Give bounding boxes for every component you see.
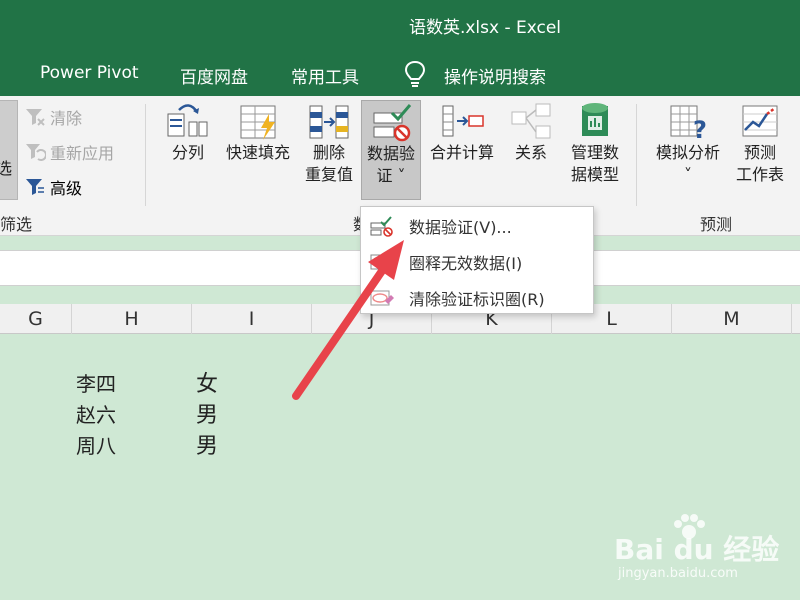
reapply-icon (26, 144, 46, 161)
column-header-h[interactable]: H (72, 304, 192, 334)
cell-gender[interactable]: 女 (196, 366, 218, 398)
column-header-i[interactable]: I (192, 304, 312, 334)
data-validation-icon (373, 104, 412, 142)
tell-me-search[interactable]: 操作说明搜索 (444, 63, 546, 88)
data-validation-button[interactable]: 数据验 证 ˅ (361, 100, 421, 200)
circle-invalid-data-icon (370, 254, 394, 270)
baidu-jingyan-watermark: Bai du 经验 jingyan.baidu.com (612, 514, 792, 596)
cell-name[interactable]: 周八 (76, 430, 116, 459)
consolidate-icon (442, 105, 484, 137)
data-model-icon (582, 103, 608, 136)
menu-item-data-validation[interactable]: 数据验证(V)... (361, 209, 593, 243)
column-header-g[interactable]: G (0, 304, 72, 334)
ribbon-separator (145, 104, 146, 206)
clear-validation-circles-icon (370, 290, 394, 306)
text-to-columns-button[interactable]: 分列 (164, 100, 212, 164)
remove-duplicates-button[interactable]: 删除 重复值 (301, 100, 357, 186)
remove-duplicates-icon (309, 105, 349, 139)
cell-name[interactable]: 李四 (76, 368, 116, 397)
relationships-button[interactable]: 关系 (507, 100, 555, 164)
column-header-m[interactable]: M (672, 304, 792, 334)
manage-data-model-button[interactable]: 管理数 据模型 (564, 100, 626, 186)
data-validation-menu: 数据验证(V)... 圈释无效数据(I) 清除验证标识圈(R) (360, 206, 594, 314)
flash-fill-button[interactable]: 快速填充 (222, 100, 294, 164)
tab-common-tools[interactable]: 常用工具 (291, 63, 359, 88)
filter-group-label: 筛选 (0, 215, 33, 234)
reapply-filter-button[interactable]: 重新应用 (24, 139, 114, 165)
flash-fill-icon (240, 105, 276, 140)
forecast-group-label: 预测 (700, 215, 733, 234)
window-title: 语数英.xlsx - Excel (408, 18, 562, 38)
tab-power-pivot[interactable]: Power Pivot (40, 63, 139, 83)
ribbon-tab-bar: Power Pivot 百度网盘 常用工具 操作说明搜索 (0, 50, 800, 96)
watermark-url: jingyan.baidu.com (618, 566, 738, 581)
what-if-analysis-button[interactable]: ? 模拟分析 ˅ (650, 100, 726, 186)
forecast-sheet-icon (742, 105, 778, 137)
menu-item-circle-invalid[interactable]: 圈释无效数据(I) (361, 245, 593, 279)
data-validation-icon (370, 216, 393, 237)
menu-item-clear-validation-circles[interactable]: 清除验证标识圈(R) (361, 281, 593, 315)
lightbulb-icon (404, 60, 426, 87)
clear-filter-icon (26, 109, 45, 126)
ribbon-separator (636, 104, 637, 206)
cell-gender[interactable]: 男 (196, 428, 218, 460)
what-if-icon: ? (670, 105, 707, 142)
advanced-filter-button[interactable]: 高级 (24, 174, 82, 200)
text-to-columns-icon (167, 104, 208, 137)
clear-filter-button[interactable]: 清除 (24, 104, 82, 130)
forecast-sheet-button[interactable]: 预测 工作表 (730, 100, 790, 186)
cell-gender[interactable]: 男 (196, 397, 218, 429)
watermark-brand: Bai du 经验 (614, 533, 780, 566)
consolidate-button[interactable]: 合并计算 (425, 100, 499, 164)
svg-text:?: ? (693, 116, 707, 142)
relationships-icon (511, 103, 551, 139)
advanced-filter-icon (26, 179, 44, 195)
title-bar: 语数英.xlsx - Excel (0, 0, 800, 50)
cell-name[interactable]: 赵六 (76, 399, 116, 428)
filter-button[interactable]: 选 (0, 100, 18, 200)
tab-baidu-netdisk[interactable]: 百度网盘 (180, 63, 248, 88)
